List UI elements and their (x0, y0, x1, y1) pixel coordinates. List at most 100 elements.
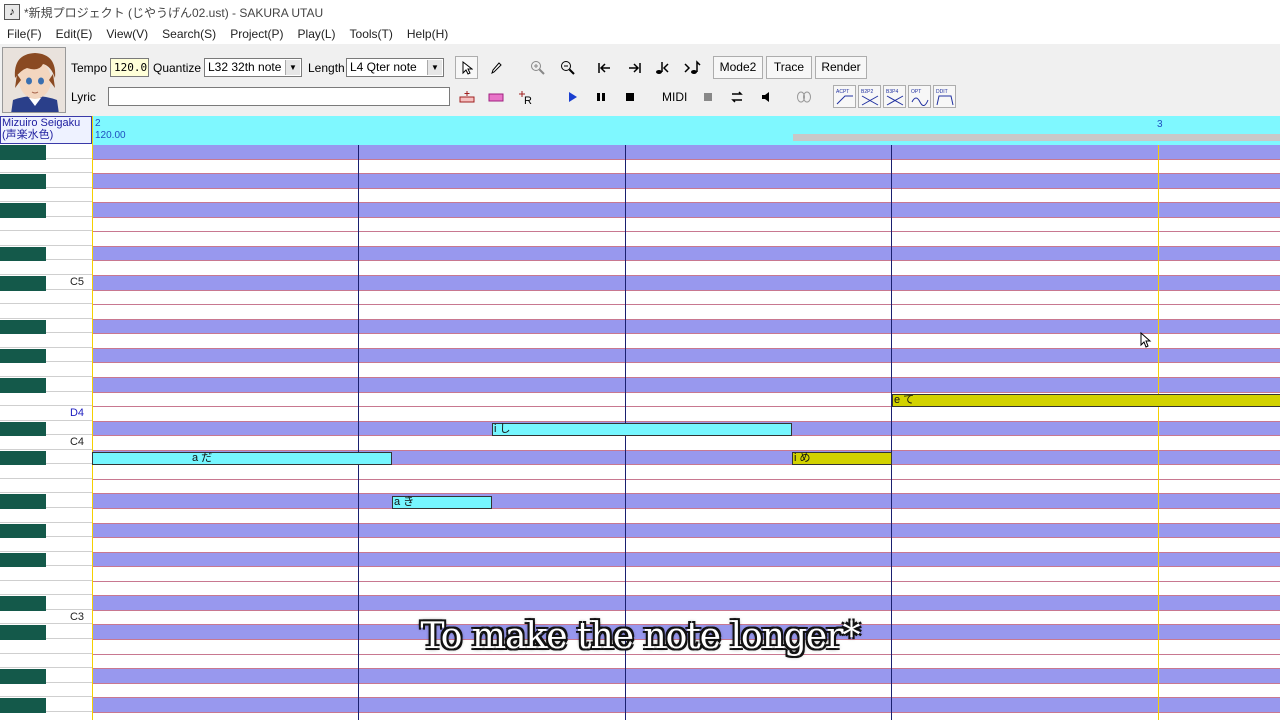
note-me[interactable]: i め (792, 452, 892, 465)
pause-button[interactable] (589, 85, 612, 108)
trace-button[interactable]: Trace (766, 56, 812, 79)
grid-row-black[interactable] (92, 276, 1280, 291)
piano-key[interactable] (0, 231, 92, 246)
grid-row-black[interactable] (92, 145, 1280, 160)
grid-row-white[interactable] (92, 567, 1280, 582)
black-key[interactable] (0, 377, 46, 393)
grid-row-black[interactable] (92, 377, 1280, 393)
go-end-button[interactable] (622, 56, 645, 79)
grid-row-black[interactable] (92, 523, 1280, 539)
grid-row-white[interactable] (92, 480, 1280, 495)
menu-edit[interactable]: Edit(E) (49, 27, 100, 41)
black-key[interactable] (0, 174, 46, 189)
menu-play[interactable]: Play(L) (291, 27, 343, 41)
grid-row-black[interactable] (92, 494, 1280, 509)
chevron-down-icon[interactable]: ▼ (285, 60, 300, 75)
loop-button[interactable] (725, 85, 748, 108)
menu-help[interactable]: Help(H) (400, 27, 455, 41)
grid-row-white[interactable] (92, 407, 1280, 422)
fx-opt-button[interactable]: OPT (908, 85, 931, 108)
grid-row-white[interactable] (92, 218, 1280, 233)
zoom-in-button[interactable] (526, 56, 549, 79)
fx-ddit-button[interactable]: DDIT (933, 85, 956, 108)
fx-b2p2-button[interactable]: B2P2 (858, 85, 881, 108)
grid-row-white[interactable] (92, 305, 1280, 320)
speaker-button[interactable] (755, 85, 778, 108)
piano-key[interactable] (0, 188, 92, 203)
piano-key[interactable] (0, 260, 92, 276)
grid-row-black[interactable] (92, 552, 1280, 568)
grid-row-white[interactable] (92, 334, 1280, 349)
prev-note-button[interactable] (651, 56, 674, 79)
insert-note-button[interactable] (455, 85, 478, 108)
note-ki[interactable]: a き (392, 496, 492, 509)
menu-project[interactable]: Project(P) (223, 27, 290, 41)
piano-key[interactable] (0, 508, 92, 523)
grid-row-white[interactable] (92, 684, 1280, 699)
piano-key[interactable] (0, 581, 92, 596)
record-button[interactable] (696, 85, 719, 108)
black-key[interactable] (0, 421, 46, 437)
grid-row-white[interactable] (92, 189, 1280, 204)
singer-avatar[interactable] (2, 47, 66, 113)
grid-row-black[interactable] (92, 203, 1280, 218)
grid-row-white[interactable] (92, 291, 1280, 306)
black-key[interactable] (0, 203, 46, 218)
mode2-button[interactable]: Mode2 (713, 56, 763, 79)
grid-row-black[interactable] (92, 698, 1280, 713)
piano-key[interactable] (0, 392, 92, 407)
menu-search[interactable]: Search(S) (155, 27, 223, 41)
black-key[interactable] (0, 669, 46, 684)
fx-b3p4-button[interactable]: B3P4 (883, 85, 906, 108)
piano-key[interactable] (0, 333, 92, 348)
grid-row-white[interactable] (92, 436, 1280, 451)
black-key[interactable] (0, 276, 46, 291)
black-key[interactable] (0, 348, 46, 364)
grid-row-black[interactable] (92, 174, 1280, 189)
grid-row-black[interactable] (92, 669, 1280, 684)
piano-key[interactable] (0, 537, 92, 552)
link-button[interactable] (792, 85, 815, 108)
singer-name-box[interactable]: Mizuiro Seigaku (声楽水色) (0, 116, 92, 144)
grid-row-white[interactable] (92, 713, 1280, 720)
piano-key[interactable] (0, 362, 92, 377)
grid-row-white[interactable] (92, 582, 1280, 597)
piano-key[interactable] (0, 683, 92, 698)
grid-row-white[interactable] (92, 363, 1280, 378)
length-select[interactable]: L4 Qter note ▼ (346, 58, 444, 77)
grid-row-black[interactable] (92, 246, 1280, 262)
piano-key[interactable] (0, 159, 92, 174)
tempo-input[interactable]: 120.0 (110, 58, 149, 77)
pointer-tool-button[interactable] (455, 56, 478, 79)
black-key[interactable] (0, 319, 46, 335)
quantize-select[interactable]: L32 32th note ▼ (204, 58, 302, 77)
stop-button[interactable] (618, 85, 641, 108)
piano-key[interactable] (0, 566, 92, 581)
note-te[interactable]: e て (892, 394, 1280, 407)
black-key[interactable] (0, 450, 46, 466)
fx-acpt-button[interactable]: ACPT (833, 85, 856, 108)
black-key[interactable] (0, 552, 46, 568)
play-button[interactable] (560, 85, 583, 108)
render-button[interactable]: Render (815, 56, 867, 79)
note-shi[interactable]: i し (492, 423, 792, 436)
next-note-button[interactable] (680, 56, 703, 79)
piano-key[interactable] (0, 464, 92, 479)
grid-row-white[interactable] (92, 509, 1280, 524)
black-key[interactable] (0, 596, 46, 611)
menu-file[interactable]: File(F) (0, 27, 49, 41)
delete-note-button[interactable] (484, 85, 507, 108)
go-start-button[interactable] (593, 56, 616, 79)
black-key[interactable] (0, 246, 46, 262)
grid-row-white[interactable] (92, 465, 1280, 480)
rest-note-button[interactable]: R (513, 85, 536, 108)
grid-row-white[interactable] (92, 261, 1280, 277)
grid-row-white[interactable] (92, 160, 1280, 175)
black-key[interactable] (0, 698, 46, 713)
piano-key[interactable] (0, 304, 92, 319)
black-key[interactable] (0, 523, 46, 539)
black-key[interactable] (0, 494, 46, 509)
grid-row-black[interactable] (92, 319, 1280, 335)
piano-key[interactable] (0, 712, 92, 720)
piano-key[interactable] (0, 479, 92, 494)
